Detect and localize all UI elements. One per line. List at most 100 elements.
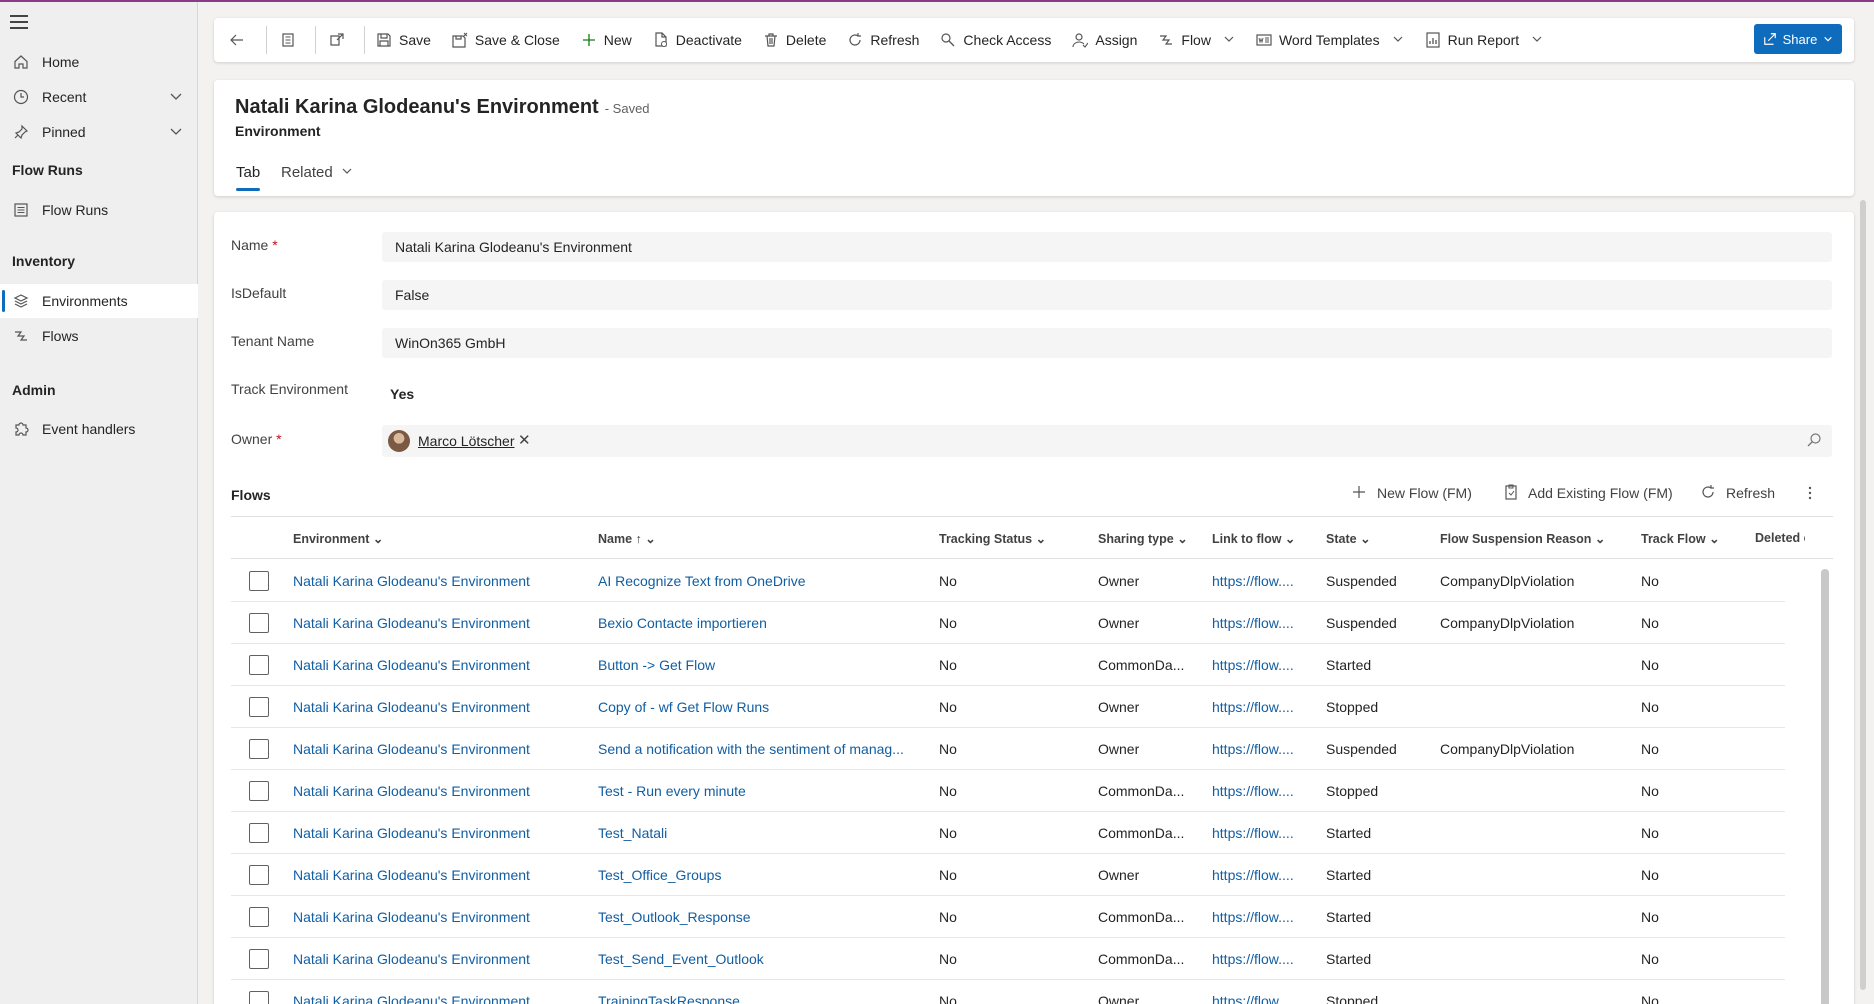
cell-flow-name[interactable]: Test_Office_Groups bbox=[598, 867, 721, 883]
delete-button[interactable]: Delete bbox=[752, 18, 836, 62]
column-header-link-to-flow[interactable]: Link to flow ⌄ bbox=[1212, 531, 1295, 546]
row-checkbox[interactable] bbox=[249, 865, 269, 885]
run-report-button[interactable]: Run Report bbox=[1414, 18, 1554, 62]
refresh-button[interactable]: Refresh bbox=[836, 18, 929, 62]
chevron-down-icon[interactable] bbox=[168, 123, 184, 142]
tab-related[interactable]: Related bbox=[281, 164, 353, 181]
cell-environment[interactable]: Natali Karina Glodeanu's Environment bbox=[293, 909, 530, 925]
owner-link[interactable]: Marco Lötscher bbox=[418, 433, 514, 449]
cell-link-to-flow[interactable]: https://flow.... bbox=[1212, 867, 1294, 883]
table-row[interactable]: Natali Karina Glodeanu's Environment Test… bbox=[231, 812, 1785, 854]
name-field[interactable]: Natali Karina Glodeanu's Environment bbox=[382, 232, 1832, 262]
column-header-name[interactable]: Name ↑ ⌄ bbox=[598, 531, 656, 546]
cell-link-to-flow[interactable]: https://flow.... bbox=[1212, 615, 1294, 631]
check-access-button[interactable]: Check Access bbox=[929, 18, 1061, 62]
word-templates-button[interactable]: Word Templates bbox=[1245, 18, 1414, 62]
row-checkbox[interactable] bbox=[249, 781, 269, 801]
cell-environment[interactable]: Natali Karina Glodeanu's Environment bbox=[293, 867, 530, 883]
chevron-down-icon[interactable] bbox=[168, 88, 184, 107]
track-environment-toggle[interactable]: Yes bbox=[390, 386, 414, 402]
hamburger-menu-icon[interactable] bbox=[10, 15, 30, 31]
back-button[interactable] bbox=[214, 18, 266, 62]
column-header-flow-suspension-reason[interactable]: Flow Suspension Reason ⌄ bbox=[1440, 531, 1605, 546]
subgrid-refresh-button[interactable]: Refresh bbox=[1700, 478, 1775, 508]
cell-flow-name[interactable]: Button -> Get Flow bbox=[598, 657, 715, 673]
row-checkbox[interactable] bbox=[249, 571, 269, 591]
table-row[interactable]: Natali Karina Glodeanu's Environment Trai… bbox=[231, 980, 1785, 1004]
column-header-environment[interactable]: Environment ⌄ bbox=[293, 531, 383, 546]
sidebar-item-recent[interactable]: Recent bbox=[0, 80, 198, 114]
isdefault-field[interactable]: False bbox=[382, 280, 1832, 310]
grid-scrollbar[interactable] bbox=[1821, 569, 1829, 1004]
cell-link-to-flow[interactable]: https://flow.... bbox=[1212, 573, 1294, 589]
cell-environment[interactable]: Natali Karina Glodeanu's Environment bbox=[293, 615, 530, 631]
flow-menu-button[interactable]: Flow bbox=[1147, 18, 1245, 62]
open-new-window-button[interactable] bbox=[316, 18, 364, 62]
table-row[interactable]: Natali Karina Glodeanu's Environment AI R… bbox=[231, 560, 1785, 602]
sidebar-item-flows[interactable]: Flows bbox=[0, 319, 198, 353]
cell-link-to-flow[interactable]: https://flow.... bbox=[1212, 825, 1294, 841]
cell-environment[interactable]: Natali Karina Glodeanu's Environment bbox=[293, 825, 530, 841]
row-checkbox[interactable] bbox=[249, 991, 269, 1004]
cell-environment[interactable]: Natali Karina Glodeanu's Environment bbox=[293, 951, 530, 967]
cell-environment[interactable]: Natali Karina Glodeanu's Environment bbox=[293, 657, 530, 673]
cell-flow-name[interactable]: Bexio Contacte importieren bbox=[598, 615, 767, 631]
row-checkbox[interactable] bbox=[249, 613, 269, 633]
tenant-name-field[interactable]: WinOn365 GmbH bbox=[382, 328, 1832, 358]
row-checkbox[interactable] bbox=[249, 655, 269, 675]
close-icon[interactable]: ✕ bbox=[518, 431, 531, 449]
row-checkbox[interactable] bbox=[249, 907, 269, 927]
sidebar-item-event-handlers[interactable]: Event handlers bbox=[0, 412, 198, 446]
cell-link-to-flow[interactable]: https://flow.... bbox=[1212, 657, 1294, 673]
owner-lookup[interactable]: Marco Lötscher ✕ bbox=[382, 425, 1832, 457]
table-row[interactable]: Natali Karina Glodeanu's Environment Send… bbox=[231, 728, 1785, 770]
column-header-deleted[interactable]: Deleted c bbox=[1755, 531, 1805, 545]
cell-flow-name[interactable]: Copy of - wf Get Flow Runs bbox=[598, 699, 769, 715]
cell-flow-name[interactable]: Send a notification with the sentiment o… bbox=[598, 741, 904, 757]
cell-flow-name[interactable]: Test - Run every minute bbox=[598, 783, 746, 799]
sidebar-item-flow-runs[interactable]: Flow Runs bbox=[0, 193, 198, 227]
cell-link-to-flow[interactable]: https://flow.... bbox=[1212, 993, 1294, 1004]
column-header-state[interactable]: State ⌄ bbox=[1326, 531, 1371, 546]
save-button[interactable]: Save bbox=[365, 18, 441, 62]
share-button[interactable]: Share bbox=[1754, 24, 1842, 54]
cell-flow-name[interactable]: Test_Send_Event_Outlook bbox=[598, 951, 764, 967]
column-header-tracking-status[interactable]: Tracking Status ⌄ bbox=[939, 531, 1046, 546]
save-close-button[interactable]: Save & Close bbox=[441, 18, 570, 62]
table-row[interactable]: Natali Karina Glodeanu's Environment Bexi… bbox=[231, 602, 1785, 644]
row-checkbox[interactable] bbox=[249, 739, 269, 759]
cell-flow-name[interactable]: AI Recognize Text from OneDrive bbox=[598, 573, 806, 589]
cell-flow-name[interactable]: TrainingTaskResponse bbox=[598, 993, 740, 1004]
cell-environment[interactable]: Natali Karina Glodeanu's Environment bbox=[293, 573, 530, 589]
cell-link-to-flow[interactable]: https://flow.... bbox=[1212, 699, 1294, 715]
form-selector-button[interactable] bbox=[267, 18, 315, 62]
cell-flow-name[interactable]: Test_Natali bbox=[598, 825, 667, 841]
table-row[interactable]: Natali Karina Glodeanu's Environment Butt… bbox=[231, 644, 1785, 686]
sidebar-item-home[interactable]: Home bbox=[0, 45, 198, 79]
more-options-icon[interactable] bbox=[1808, 478, 1812, 508]
deactivate-button[interactable]: Deactivate bbox=[642, 18, 752, 62]
add-existing-flow-button[interactable]: Add Existing Flow (FM) bbox=[1504, 478, 1673, 508]
search-icon[interactable] bbox=[1806, 432, 1822, 451]
sidebar-item-pinned[interactable]: Pinned bbox=[0, 115, 198, 149]
tab-main[interactable]: Tab bbox=[236, 164, 261, 191]
cell-link-to-flow[interactable]: https://flow.... bbox=[1212, 951, 1294, 967]
cell-environment[interactable]: Natali Karina Glodeanu's Environment bbox=[293, 741, 530, 757]
row-checkbox[interactable] bbox=[249, 949, 269, 969]
page-scrollbar[interactable] bbox=[1860, 200, 1866, 990]
cell-environment[interactable]: Natali Karina Glodeanu's Environment bbox=[293, 783, 530, 799]
sidebar-item-environments[interactable]: Environments bbox=[0, 284, 198, 318]
cell-link-to-flow[interactable]: https://flow.... bbox=[1212, 909, 1294, 925]
column-header-track-flow[interactable]: Track Flow ⌄ bbox=[1641, 531, 1720, 546]
table-row[interactable]: Natali Karina Glodeanu's Environment Copy… bbox=[231, 686, 1785, 728]
new-flow-button[interactable]: New Flow (FM) bbox=[1351, 478, 1472, 508]
cell-link-to-flow[interactable]: https://flow.... bbox=[1212, 783, 1294, 799]
cell-environment[interactable]: Natali Karina Glodeanu's Environment bbox=[293, 699, 530, 715]
table-row[interactable]: Natali Karina Glodeanu's Environment Test… bbox=[231, 854, 1785, 896]
table-row[interactable]: Natali Karina Glodeanu's Environment Test… bbox=[231, 938, 1785, 980]
cell-flow-name[interactable]: Test_Outlook_Response bbox=[598, 909, 751, 925]
new-button[interactable]: New bbox=[570, 18, 642, 62]
cell-environment[interactable]: Natali Karina Glodeanu's Environment bbox=[293, 993, 530, 1004]
column-header-sharing-type[interactable]: Sharing type ⌄ bbox=[1098, 531, 1188, 546]
row-checkbox[interactable] bbox=[249, 697, 269, 717]
